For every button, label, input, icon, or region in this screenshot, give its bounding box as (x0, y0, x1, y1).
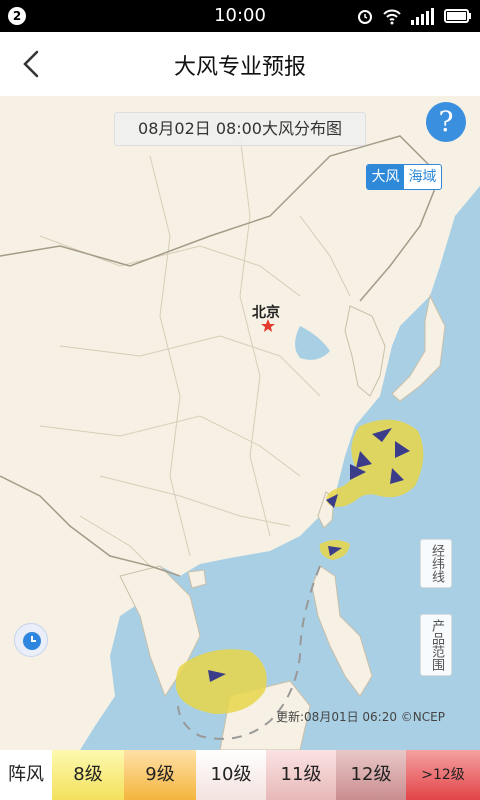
locate-icon (23, 632, 41, 650)
signal-icon (411, 8, 434, 25)
alarm-icon (358, 10, 372, 24)
layer-toggle[interactable]: 大风 海域 (366, 164, 442, 190)
city-label-beijing: 北京 (252, 305, 280, 321)
gridlines-button[interactable]: 经纬线 (420, 539, 452, 588)
help-button[interactable]: ? (426, 102, 466, 142)
legend-level-above-12: >12级 (406, 750, 480, 800)
toggle-sea-area[interactable]: 海域 (404, 165, 441, 189)
status-icons (356, 7, 472, 25)
legend-level-11: 11级 (266, 750, 336, 800)
map-canvas (0, 96, 480, 750)
wind-map[interactable]: 08月02日 08:00大风分布图 ? 大风 海域 经纬线 产品范围 北京 更新… (0, 96, 480, 750)
hainan-island (187, 569, 207, 589)
map-title: 08月02日 08:00大风分布图 (114, 112, 366, 146)
legend-level-9: 9级 (124, 750, 196, 800)
legend-level-8: 8级 (52, 750, 124, 800)
legend-level-12: 12级 (336, 750, 406, 800)
legend-level-10: 10级 (196, 750, 266, 800)
locate-button[interactable] (14, 623, 48, 657)
status-bar: 2 10:00 (0, 0, 480, 32)
toggle-gale[interactable]: 大风 (367, 165, 404, 189)
app-header: 大风专业预报 (0, 32, 480, 96)
update-credit: 更新:08月01日 06:20 ©NCEP (276, 710, 445, 724)
page-title: 大风专业预报 (173, 55, 306, 80)
product-range-button[interactable]: 产品范围 (420, 614, 452, 676)
gridlines-button-label: 经纬线 (429, 544, 444, 583)
philippines-islands (311, 565, 373, 697)
battery-icon (444, 9, 471, 23)
legend-label: 阵风 (0, 750, 52, 800)
gust-legend: 阵风 8级 9级 10级 11级 12级 >12级 (0, 750, 480, 800)
product-range-button-label: 产品范围 (429, 619, 444, 671)
location-panel (0, 568, 60, 750)
wifi-icon (383, 9, 401, 25)
